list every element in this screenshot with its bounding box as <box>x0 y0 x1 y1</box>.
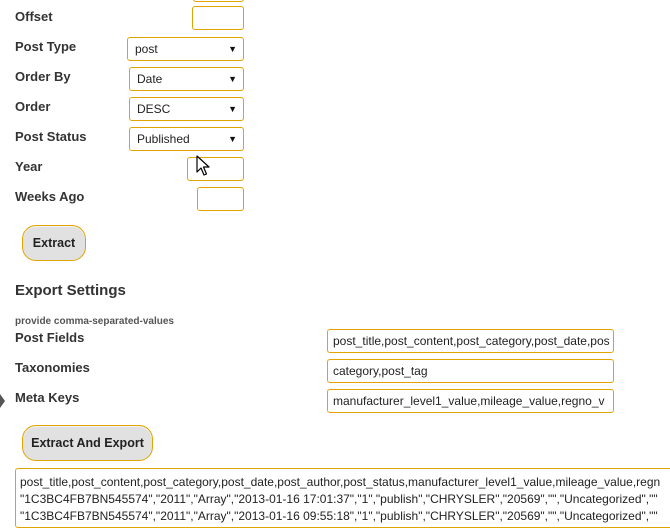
taxonomies-label: Taxonomies <box>15 360 90 375</box>
post-type-value: post <box>135 42 158 56</box>
mouse-cursor-icon <box>196 155 210 176</box>
chevron-down-icon: ▼ <box>228 104 237 114</box>
post-status-value: Published <box>137 132 190 146</box>
csv-output-textarea[interactable]: post_title,post_content,post_category,po… <box>15 468 670 528</box>
extract-and-export-button[interactable]: Extract And Export <box>22 425 153 461</box>
chevron-down-icon: ▼ <box>228 44 237 54</box>
order-by-value: Date <box>137 72 163 86</box>
top-partial-field <box>193 0 244 2</box>
order-by-label: Order By <box>15 69 71 84</box>
meta-keys-label: Meta Keys <box>15 390 80 405</box>
order-select[interactable]: DESC ▼ <box>129 97 244 121</box>
post-status-label: Post Status <box>15 129 87 144</box>
order-label: Order <box>15 99 51 114</box>
csv-row: "1C3BC4FB7BN545574","2011","Array","2013… <box>20 492 658 506</box>
weeks-ago-input[interactable] <box>197 187 244 211</box>
order-value: DESC <box>137 102 171 116</box>
order-by-select[interactable]: Date ▼ <box>129 67 244 91</box>
taxonomies-input[interactable]: category,post_tag <box>327 359 614 383</box>
collapse-arrow-icon <box>0 394 5 408</box>
chevron-down-icon: ▼ <box>228 74 237 84</box>
csv-hint: provide comma-separated-values <box>15 316 174 327</box>
meta-keys-input[interactable]: manufacturer_level1_value,mileage_value,… <box>327 389 614 413</box>
post-status-select[interactable]: Published ▼ <box>129 127 244 151</box>
weeks-ago-label: Weeks Ago <box>15 189 85 204</box>
chevron-down-icon: ▼ <box>228 134 237 144</box>
offset-input[interactable] <box>192 6 244 30</box>
export-settings-heading: Export Settings <box>15 282 126 299</box>
csv-row: "1C3BC4FB7BN545574","2011","Array","2013… <box>20 509 658 523</box>
post-type-label: Post Type <box>15 39 77 54</box>
post-type-select[interactable]: post ▼ <box>127 37 244 61</box>
post-fields-input[interactable]: post_title,post_content,post_category,po… <box>327 329 614 353</box>
year-label: Year <box>15 159 43 174</box>
csv-header-line: post_title,post_content,post_category,po… <box>20 475 661 489</box>
extract-button[interactable]: Extract <box>22 225 86 261</box>
offset-label: Offset <box>15 9 53 24</box>
post-fields-label: Post Fields <box>15 330 85 345</box>
